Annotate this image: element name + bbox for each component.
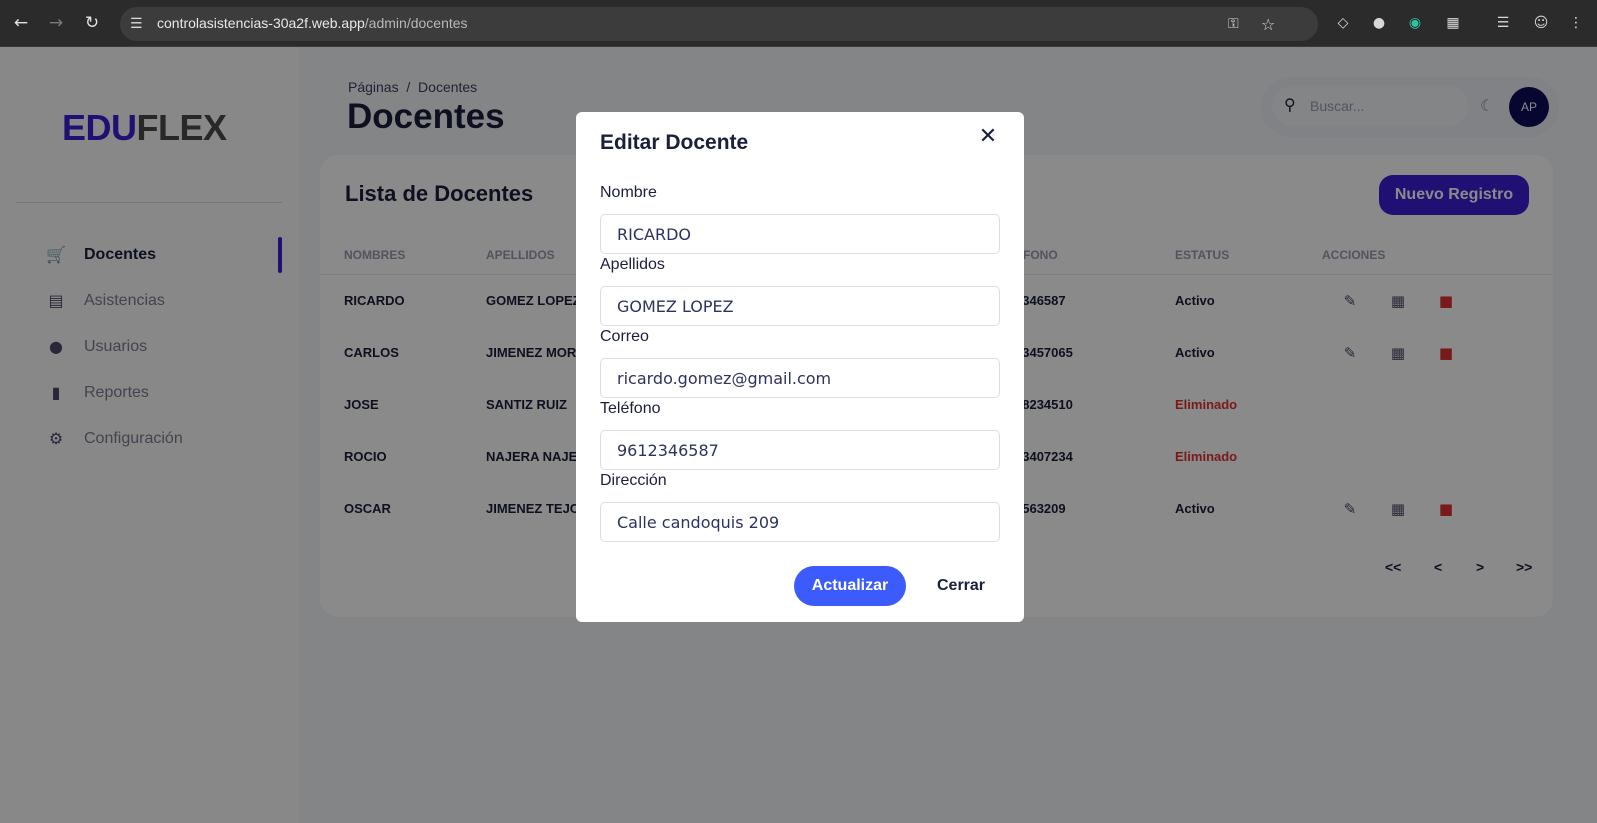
menu-kebab-icon[interactable]: ⋮	[1566, 13, 1586, 33]
reload-icon[interactable]: ↻	[81, 12, 103, 34]
close-icon[interactable]: ✕	[976, 124, 1000, 148]
direccion-field[interactable]	[600, 502, 1000, 542]
cancel-button[interactable]: Cerrar	[926, 566, 996, 606]
address-bar[interactable]: ☰ controlasistencias-30a2f.web.app/admin…	[120, 7, 1318, 41]
telefono-field[interactable]	[600, 430, 1000, 470]
browser-toolbar: ← → ↻ ☰ controlasistencias-30a2f.web.app…	[0, 0, 1597, 47]
forward-icon[interactable]: →	[45, 12, 67, 34]
profile-icon[interactable]: ☺	[1531, 13, 1551, 33]
password-key-icon[interactable]: ⚿	[1228, 16, 1239, 32]
site-info-icon[interactable]: ☰	[130, 16, 143, 32]
url-text: controlasistencias-30a2f.web.app/admin/d…	[157, 15, 468, 31]
url-path: /admin/docentes	[364, 15, 468, 31]
direccion-label: Dirección	[600, 472, 667, 489]
update-button[interactable]: Actualizar	[794, 566, 906, 606]
extensions-puzzle-icon[interactable]: ▦	[1443, 13, 1463, 33]
correo-field[interactable]	[600, 358, 1000, 398]
correo-label: Correo	[600, 328, 649, 345]
modal-title: Editar Docente	[600, 131, 749, 154]
nombre-label: Nombre	[600, 184, 657, 201]
bookmark-star-icon[interactable]: ☆	[1261, 15, 1275, 34]
edit-teacher-modal: Editar Docente ✕ Nombre Apellidos Correo…	[576, 112, 1024, 622]
extension-palette-icon[interactable]: ◉	[1405, 13, 1425, 33]
extension-code-icon[interactable]: ◇	[1333, 13, 1353, 33]
url-host: controlasistencias-30a2f.web.app	[157, 15, 365, 31]
apellidos-label: Apellidos	[600, 256, 665, 273]
telefono-label: Teléfono	[600, 400, 661, 417]
nombre-field[interactable]	[600, 214, 1000, 254]
back-icon[interactable]: ←	[10, 12, 32, 34]
media-controls-icon[interactable]: ☰	[1493, 13, 1513, 33]
apellidos-field[interactable]	[600, 286, 1000, 326]
extension-circle-icon[interactable]: ●	[1369, 13, 1389, 33]
